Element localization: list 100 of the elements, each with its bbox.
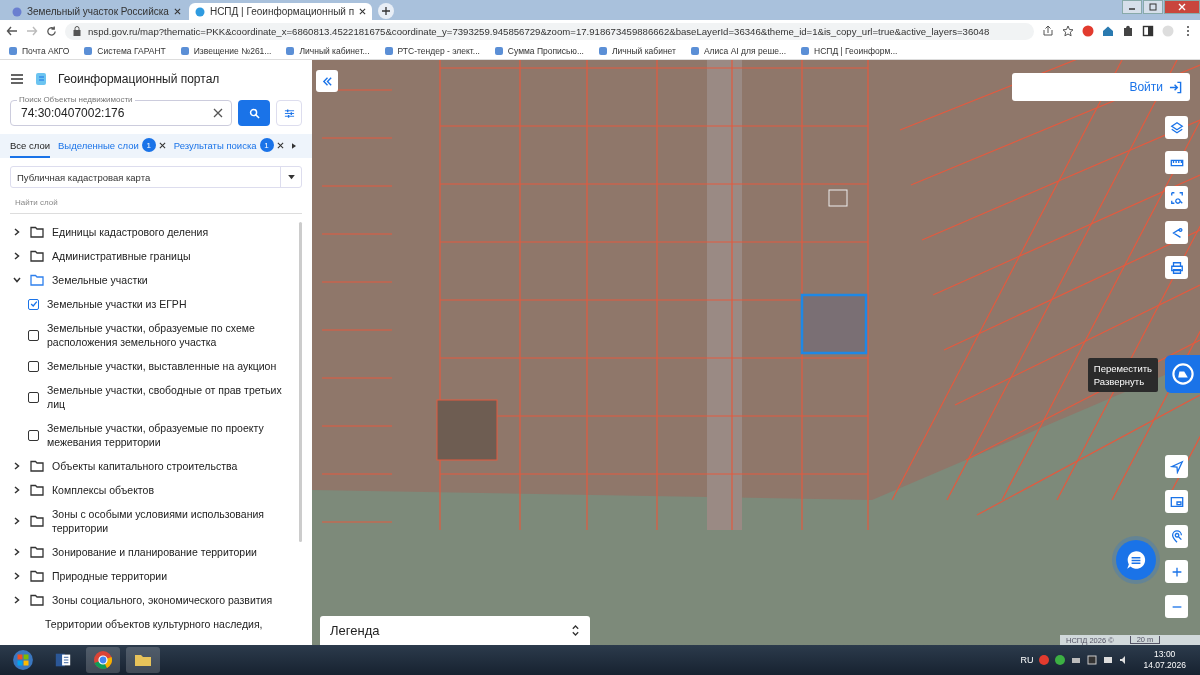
close-icon[interactable] [158, 141, 166, 149]
login-button[interactable]: Войти [1012, 73, 1190, 101]
maximize-button[interactable] [1143, 0, 1163, 14]
bookmark[interactable]: Личный кабинет... [285, 45, 370, 56]
legend-dropdown[interactable]: Легенда [320, 616, 590, 645]
address-bar[interactable]: nspd.gov.ru/map?thematic=PKK&coordinate_x=6860813.4522181675&coordinate_y=7393259.945856729&zoom=17.918673459886662&baseLayerId=36346&theme_id=1&is_copy_url=true&active_layers=36048 [65, 22, 1034, 40]
browser-tab[interactable]: Земельный участок Российска [6, 3, 187, 20]
bookmark[interactable]: Система ГАРАНТ [83, 45, 166, 56]
layer-group-label[interactable]: Территории объектов культурного наследия, [45, 617, 263, 631]
layer-group-label[interactable]: Природные территории [52, 569, 168, 583]
layer-checkbox[interactable] [28, 298, 39, 310]
lock-icon [71, 25, 83, 37]
close-icon[interactable] [276, 141, 284, 149]
bookmark[interactable]: Алиса AI для реше... [689, 45, 786, 56]
bookmark[interactable]: НСПД | Геоинформ... [800, 45, 898, 56]
clear-icon[interactable] [213, 108, 223, 118]
layer-label: Земельные участки, свободные от прав третьих лиц [47, 383, 283, 411]
chevron-icon[interactable] [12, 547, 22, 557]
layer-group-label[interactable]: Зонирование и планирование территории [52, 545, 257, 559]
print-button[interactable] [1165, 256, 1188, 279]
bookmark-icon [689, 45, 700, 56]
scrollbar[interactable] [299, 222, 302, 542]
location-search-button[interactable] [1165, 525, 1188, 548]
zoom-out-button[interactable] [1165, 595, 1188, 618]
search-input[interactable]: 74:30:0407002:176 [19, 105, 209, 121]
close-icon[interactable] [173, 8, 181, 15]
layer-checkbox[interactable] [28, 391, 39, 403]
area-select-button[interactable] [1165, 186, 1188, 209]
layer-group-label[interactable]: Зоны социального, экономического развития [52, 593, 273, 607]
bookmark[interactable]: Почта АКГО [8, 45, 70, 56]
layer-checkbox[interactable] [28, 329, 39, 341]
chrome-taskbar-button[interactable] [86, 647, 120, 673]
layer-group-label[interactable]: Административные границы [52, 249, 191, 263]
chevron-icon[interactable] [12, 571, 22, 581]
new-tab-button[interactable] [378, 3, 395, 19]
zoom-in-button[interactable] [1165, 560, 1188, 583]
bookmark-icon [800, 45, 810, 56]
layer-group-label[interactable]: Единицы кадастрового деления [52, 225, 209, 239]
chevron-icon[interactable] [12, 595, 22, 605]
home-icon[interactable] [1102, 25, 1114, 37]
reload-icon[interactable] [46, 25, 57, 37]
layer-group-label[interactable]: Комплексы объектов [52, 483, 154, 497]
app-tray-icon[interactable] [1087, 655, 1098, 665]
bookmark-icon [179, 45, 190, 56]
chevron-icon[interactable] [12, 251, 22, 261]
layer-checkbox[interactable] [28, 429, 39, 441]
minimize-button[interactable] [1122, 0, 1142, 14]
explorer-taskbar-button[interactable] [126, 647, 160, 673]
collapse-panel-button[interactable] [316, 70, 338, 92]
layer-tab[interactable]: Все слои [10, 134, 50, 158]
share-icon[interactable] [1042, 25, 1054, 37]
field-label: Поиск Объекты недвижимости [17, 95, 135, 104]
bookmark[interactable]: РТС-тендер - элект... [383, 45, 480, 56]
chevron-icon[interactable] [12, 227, 22, 237]
layer-checkbox[interactable] [28, 360, 39, 372]
layer-group-label[interactable]: Земельные участки [52, 273, 148, 287]
close-icon [1178, 3, 1186, 11]
language-indicator[interactable]: RU [1020, 655, 1034, 665]
search-button[interactable] [238, 100, 270, 126]
assistant-dock-button[interactable] [1165, 355, 1200, 393]
bookmark[interactable]: Сумма Прописью... [493, 45, 584, 56]
folder-icon [30, 274, 44, 286]
folder-icon [30, 226, 44, 238]
layer-group-label[interactable]: Зоны с особыми условиями использования территории [52, 507, 292, 535]
share-button[interactable] [1165, 221, 1188, 244]
close-icon[interactable] [359, 8, 367, 15]
navigation-button[interactable] [1165, 455, 1188, 478]
layer-tab[interactable]: Результаты поиска 1 [173, 134, 284, 158]
basemap-dropdown[interactable]: Публичная кадастровая карта [10, 166, 302, 188]
chevron-icon[interactable] [12, 516, 22, 526]
bookmark[interactable]: Извещение №261... [179, 45, 272, 56]
browser-tab[interactable]: НСПД | Геоинформационный п [188, 3, 373, 20]
star-icon[interactable] [1062, 25, 1074, 37]
location-search-icon [1169, 529, 1184, 544]
menu-icon[interactable] [10, 73, 24, 85]
globe-icon [194, 6, 205, 17]
ruler-button[interactable] [1165, 151, 1188, 174]
picture-in-picture-icon [1169, 494, 1184, 509]
chevron-icon[interactable] [12, 485, 22, 495]
print-icon [1169, 260, 1184, 275]
bookmark[interactable]: Личный кабинет [598, 45, 676, 56]
search-icon [248, 107, 260, 119]
scroll-right-icon[interactable] [291, 143, 296, 149]
back-icon[interactable] [6, 26, 18, 36]
picture-in-picture-button[interactable] [1165, 490, 1188, 513]
layers-button[interactable] [1165, 116, 1188, 139]
puzzle-icon[interactable] [1122, 25, 1134, 37]
filter-button[interactable] [276, 100, 302, 126]
maximize-icon [1149, 3, 1157, 11]
folder-icon [30, 546, 44, 558]
close-button[interactable] [1164, 0, 1200, 14]
sidebar-icon[interactable] [1142, 25, 1154, 37]
layer-group-label[interactable]: Объекты капитального строительства [52, 459, 238, 473]
bookmark-icon [598, 45, 608, 56]
layer-tab[interactable]: Выделенные слои 1 [58, 134, 166, 158]
chevron-icon[interactable] [12, 275, 22, 285]
count-badge: 1 [259, 138, 274, 152]
chevron-icon[interactable] [12, 461, 22, 471]
bookmark-icon [383, 45, 394, 56]
folder-icon [30, 570, 44, 582]
